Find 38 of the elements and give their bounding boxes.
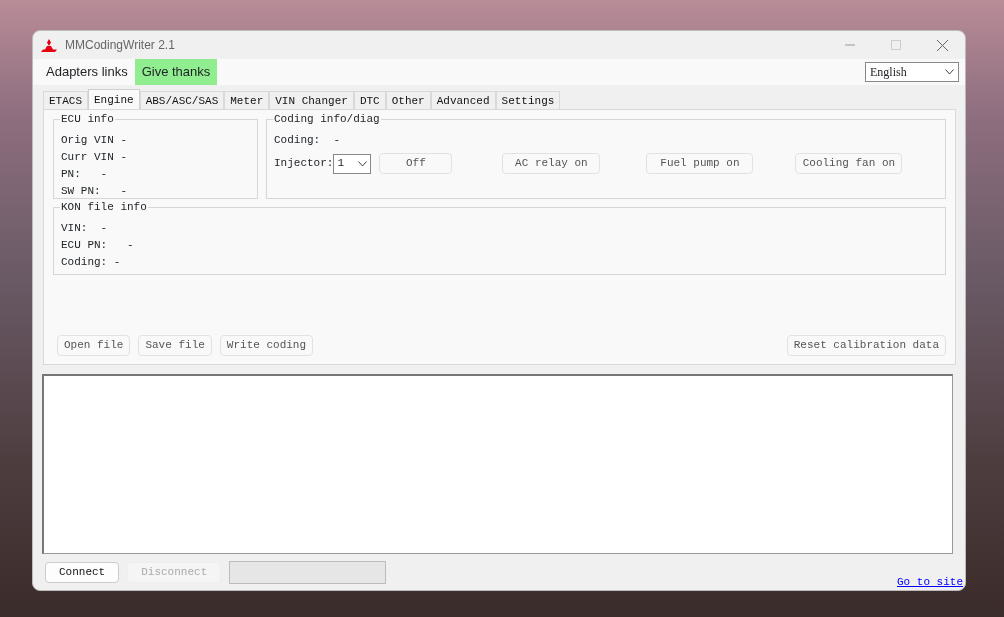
- menu-item[interactable]: Adapters links: [39, 59, 135, 85]
- tab[interactable]: Other: [385, 91, 431, 109]
- go-to-site-link[interactable]: Go to site: [897, 573, 963, 590]
- tab[interactable]: ETACS: [43, 91, 88, 109]
- logo-icon: [41, 38, 57, 52]
- field-text: Curr VIN -: [61, 150, 127, 165]
- chevron-down-icon: [945, 69, 954, 75]
- field-text: SW PN: -: [61, 184, 127, 199]
- log-output-area[interactable]: [42, 374, 953, 554]
- injector-label: Injector:: [274, 156, 334, 172]
- chevron-down-icon: [358, 160, 368, 167]
- reset-calibration-button[interactable]: Reset calibration data: [786, 335, 946, 356]
- tab[interactable]: Settings: [495, 91, 561, 109]
- tab[interactable]: Advanced: [430, 91, 496, 109]
- field-text: Coding: -: [61, 255, 121, 270]
- diag-button[interactable]: Fuel pump on: [646, 153, 754, 174]
- connection-button[interactable]: Connect: [45, 562, 120, 583]
- injector-dropdown[interactable]: 1: [333, 153, 372, 174]
- language-dropdown[interactable]: English: [865, 62, 959, 82]
- window-title: MMCodingWriter 2.1: [65, 37, 175, 54]
- menu-item[interactable]: Give thanks: [134, 59, 218, 85]
- tab[interactable]: DTC: [353, 91, 386, 109]
- tab[interactable]: Engine: [88, 89, 140, 109]
- field-text: ECU PN: -: [61, 238, 134, 253]
- field-text: VIN: -: [61, 221, 108, 236]
- field-text: PN: -: [61, 167, 108, 182]
- file-button[interactable]: Open file: [57, 335, 131, 356]
- tab[interactable]: ABS/ASC/SAS: [139, 91, 225, 109]
- diag-button[interactable]: Cooling fan on: [795, 153, 903, 174]
- tab[interactable]: VIN Changer: [269, 91, 354, 109]
- file-button[interactable]: Save file: [138, 335, 212, 356]
- coding-label: Coding: -: [274, 133, 340, 148]
- file-button[interactable]: Write coding: [219, 335, 314, 356]
- diag-button[interactable]: AC relay on: [502, 153, 601, 174]
- field-text: Orig VIN -: [61, 133, 127, 148]
- diag-button[interactable]: Off: [379, 153, 453, 174]
- tab[interactable]: Meter: [224, 91, 270, 109]
- group-title: Coding info/diag: [273, 113, 381, 126]
